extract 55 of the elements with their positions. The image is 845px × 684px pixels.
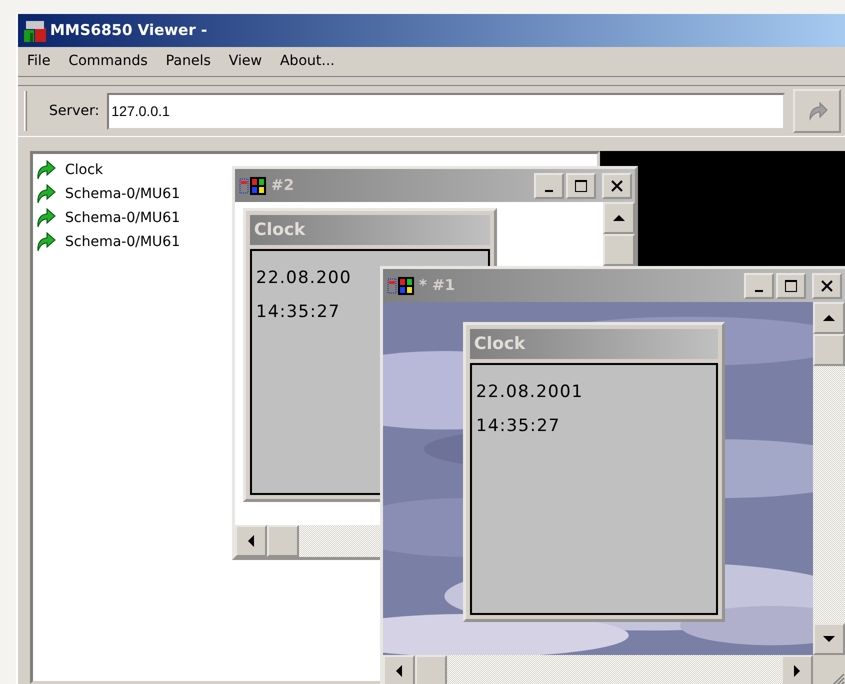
curved-arrow-icon bbox=[35, 231, 57, 253]
scroll-left-button[interactable] bbox=[235, 525, 267, 557]
server-label: Server: bbox=[49, 102, 100, 120]
maximize-icon bbox=[784, 278, 798, 292]
panel-title: Clock bbox=[470, 329, 718, 359]
list-item[interactable]: Schema-0/MU61 bbox=[35, 230, 180, 254]
minimize-button[interactable] bbox=[744, 272, 774, 298]
minimize-button[interactable] bbox=[534, 172, 564, 198]
close-icon bbox=[611, 180, 623, 192]
scroll-thumb[interactable] bbox=[267, 525, 299, 557]
arrow-down-icon bbox=[823, 636, 835, 642]
maximize-button[interactable] bbox=[776, 272, 806, 298]
minimize-icon bbox=[545, 190, 553, 192]
list-item[interactable]: Schema-0/MU61 bbox=[35, 182, 180, 206]
curved-arrow-icon bbox=[35, 183, 57, 205]
server-field[interactable]: 127.0.0.1 bbox=[107, 92, 785, 130]
go-button[interactable] bbox=[793, 89, 841, 133]
close-icon bbox=[821, 280, 833, 292]
menu-item[interactable]: File bbox=[18, 51, 60, 72]
arrow-up-icon bbox=[613, 215, 625, 221]
clock-reading: 22.08.200 bbox=[256, 267, 352, 290]
arrow-up-icon bbox=[823, 315, 835, 321]
minimize-icon bbox=[755, 290, 763, 292]
menu-item[interactable]: View bbox=[220, 51, 271, 72]
clock-reading: 22.08.2001 bbox=[476, 381, 584, 404]
clock-reading: 14:35:27 bbox=[256, 301, 340, 324]
window-title: * #1 bbox=[419, 275, 456, 296]
scroll-thumb[interactable] bbox=[603, 234, 635, 266]
clock-reading: 14:35:27 bbox=[476, 415, 560, 438]
arrow-right-icon bbox=[794, 665, 800, 677]
arrow-left-icon bbox=[396, 665, 402, 677]
scroll-thumb[interactable] bbox=[813, 334, 845, 366]
scroll-down-button[interactable] bbox=[813, 623, 845, 655]
list-item[interactable]: Clock bbox=[35, 158, 104, 182]
menu-item[interactable]: Panels bbox=[156, 51, 220, 72]
maximize-button[interactable] bbox=[566, 172, 596, 198]
scroll-left-button[interactable] bbox=[383, 655, 415, 684]
curved-arrow-icon bbox=[35, 159, 57, 181]
panel-title: Clock bbox=[250, 215, 490, 245]
close-button[interactable] bbox=[812, 272, 842, 298]
scroll-up-button[interactable] bbox=[603, 202, 635, 234]
window-icon bbox=[239, 174, 269, 196]
menu-item[interactable]: Commands bbox=[59, 51, 157, 72]
window-icon bbox=[387, 274, 417, 296]
close-button[interactable] bbox=[602, 172, 632, 198]
scroll-thumb[interactable] bbox=[415, 655, 447, 684]
scroll-up-button[interactable] bbox=[813, 302, 845, 334]
window-title: #2 bbox=[271, 175, 294, 196]
maximize-icon bbox=[574, 178, 588, 192]
menu-item[interactable]: About... bbox=[270, 51, 344, 72]
arrow-left-icon bbox=[248, 535, 254, 547]
window-title: MMS6850 Viewer - bbox=[50, 20, 208, 42]
scroll-right-button[interactable] bbox=[781, 655, 813, 684]
list-item[interactable]: Schema-0/MU61 bbox=[35, 206, 180, 230]
curved-arrow-icon bbox=[35, 207, 57, 229]
